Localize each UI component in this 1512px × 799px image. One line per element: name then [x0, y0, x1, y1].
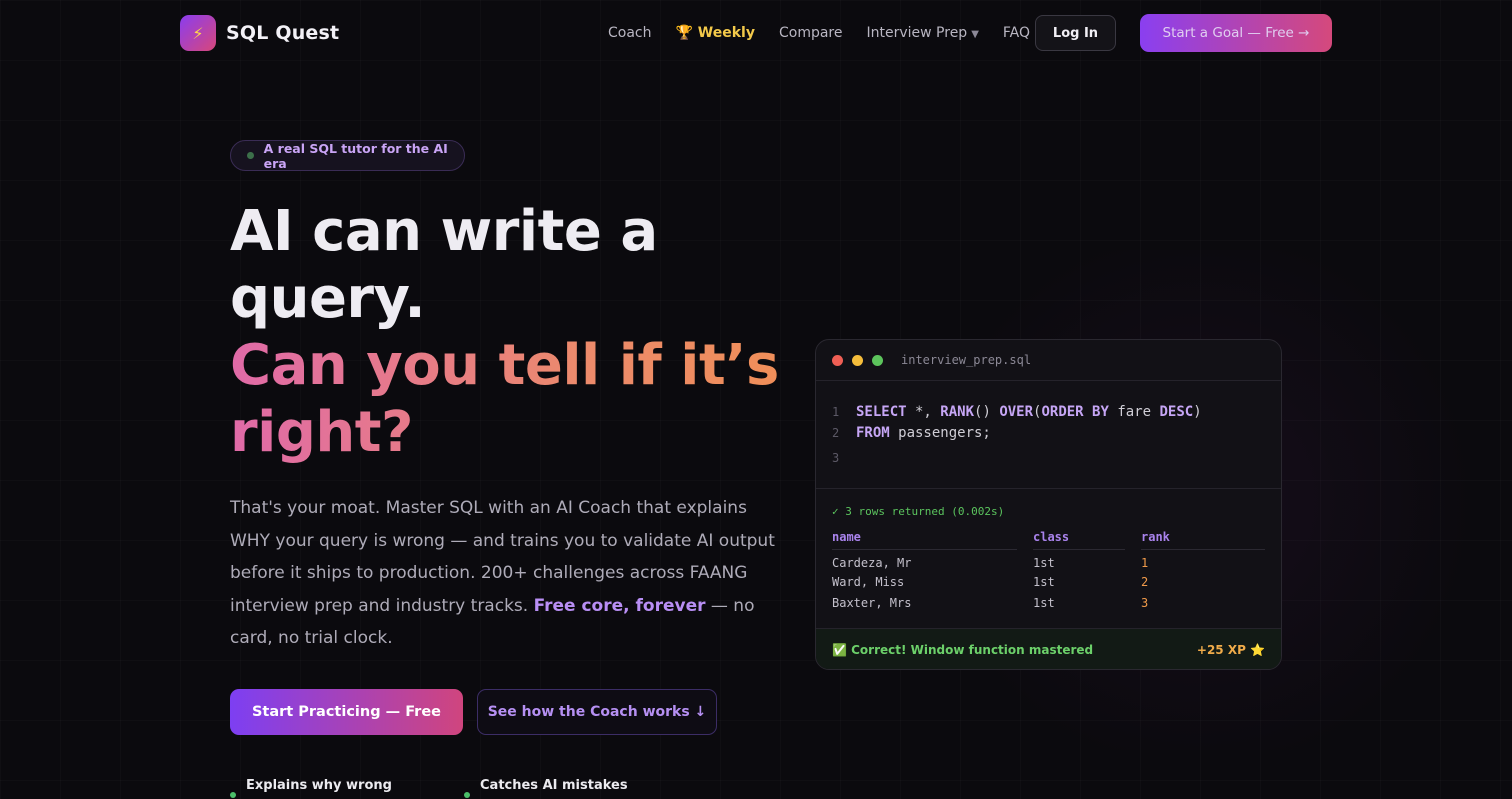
cell-name: Cardeza, Mr: [832, 555, 912, 570]
card-header: interview_prep.sql: [816, 340, 1281, 381]
feature-item: Explains why wrong: [230, 778, 392, 798]
query-result: ✓ 3 rows returned (0.002s) name class ra…: [816, 489, 1281, 629]
nav-links: Coach 🏆 Weekly Compare Interview Prep ▼ F…: [608, 14, 1054, 52]
column-header: name: [832, 530, 1017, 550]
status-dot-icon: [247, 152, 254, 159]
nav-link-compare[interactable]: Compare: [779, 25, 843, 41]
logo[interactable]: ⚡ SQL Quest: [180, 15, 339, 51]
check-dot-icon: [464, 792, 470, 798]
code-line: 3: [832, 447, 1281, 468]
hero-headline: AI can write a query. Can you tell if it…: [230, 198, 810, 466]
window-minimize-icon: [852, 354, 863, 366]
line-number: 3: [832, 450, 840, 465]
sql-text: (: [1033, 403, 1042, 420]
top-nav: ⚡ SQL Quest Coach 🏆 Weekly Compare Inter…: [0, 0, 1512, 66]
sql-keyword: RANK: [940, 403, 975, 420]
headline-line-4: right?: [230, 399, 810, 466]
check-dot-icon: [230, 792, 236, 798]
sql-keyword: SELECT: [856, 403, 907, 420]
code-line: 2 FROM passengers;: [832, 422, 1281, 443]
window-close-icon: [832, 354, 843, 366]
success-message: ✅ Correct! Window function mastered: [832, 642, 1094, 657]
hero-badge-text: A real SQL tutor for the AI era: [263, 140, 448, 171]
login-button[interactable]: Log In: [1035, 15, 1116, 51]
see-coach-button[interactable]: See how the Coach works ↓: [477, 689, 717, 735]
card-footer: ✅ Correct! Window function mastered +25 …: [816, 629, 1281, 669]
headline-line-3: Can you tell if it’s: [230, 332, 810, 399]
logo-text: SQL Quest: [226, 22, 340, 44]
headline-line-1: AI can write a: [230, 199, 658, 264]
code-preview-card: interview_prep.sql 1 SELECT *, RANK() OV…: [815, 339, 1282, 670]
feature-text: Catches AI mistakes: [480, 778, 628, 793]
table-row: Ward, Miss 1st 2: [832, 571, 1265, 593]
cell-rank: 3: [1141, 596, 1149, 611]
cell-rank: 2: [1141, 574, 1149, 589]
column-spacer: [1125, 530, 1141, 550]
hero-badge: A real SQL tutor for the AI era: [230, 140, 465, 171]
start-goal-button[interactable]: Start a Goal — Free →: [1140, 14, 1332, 52]
chevron-down-icon: ▼: [971, 29, 979, 40]
sql-text: fare: [1108, 403, 1160, 420]
headline-line-2: query.: [230, 266, 426, 331]
xp-reward: +25 XP ⭐: [1196, 642, 1265, 657]
table-row: Cardeza, Mr 1st 1: [832, 550, 1265, 572]
cell-class: 1st: [1033, 596, 1055, 611]
sql-text: *,: [906, 403, 941, 420]
code-line: 1 SELECT *, RANK() OVER(ORDER BY fare DE…: [832, 401, 1281, 422]
cell-name: Baxter, Mrs: [832, 596, 912, 611]
nav-link-faq[interactable]: FAQ: [1003, 25, 1030, 41]
file-name: interview_prep.sql: [901, 353, 1032, 367]
line-number: 2: [832, 425, 840, 440]
cell-class: 1st: [1033, 574, 1055, 589]
sql-text: (): [974, 403, 1000, 420]
nav-link-coach[interactable]: Coach: [608, 25, 652, 41]
column-header: class: [1033, 530, 1125, 550]
cell-class: 1st: [1033, 555, 1055, 570]
sql-keyword: FROM: [856, 424, 890, 441]
code-editor: 1 SELECT *, RANK() OVER(ORDER BY fare DE…: [816, 381, 1281, 489]
feature-text: Explains why wrong: [246, 778, 392, 793]
window-maximize-icon: [872, 354, 883, 366]
sql-keyword: DESC: [1159, 403, 1194, 420]
line-number: 1: [832, 404, 840, 419]
nav-link-interview-prep-label: Interview Prep: [866, 25, 968, 41]
sql-text: passengers;: [889, 424, 991, 441]
start-practicing-button[interactable]: Start Practicing — Free: [230, 689, 463, 735]
hero-description: That's your moat. Master SQL with an AI …: [230, 492, 775, 655]
nav-link-interview-prep[interactable]: Interview Prep ▼: [867, 25, 979, 41]
column-spacer: [1017, 530, 1033, 550]
hero-description-highlight: Free core, forever: [533, 595, 706, 616]
sql-keyword: OVER: [999, 403, 1034, 420]
lightning-icon: ⚡: [180, 15, 216, 51]
feature-item: Catches AI mistakes: [464, 778, 628, 798]
cell-rank: 1: [1141, 555, 1149, 570]
table-header-row: name class rank: [832, 530, 1265, 550]
result-table: name class rank Cardeza, Mr 1st 1 Ward, …: [832, 530, 1265, 614]
cell-name: Ward, Miss: [832, 574, 905, 589]
sql-text: ): [1193, 403, 1202, 420]
result-status: ✓ 3 rows returned (0.002s): [832, 505, 1005, 518]
nav-link-weekly[interactable]: 🏆 Weekly: [676, 25, 755, 41]
sql-keyword: ORDER BY: [1041, 403, 1109, 420]
column-header: rank: [1141, 530, 1265, 550]
table-row: Baxter, Mrs 1st 3: [832, 593, 1265, 615]
